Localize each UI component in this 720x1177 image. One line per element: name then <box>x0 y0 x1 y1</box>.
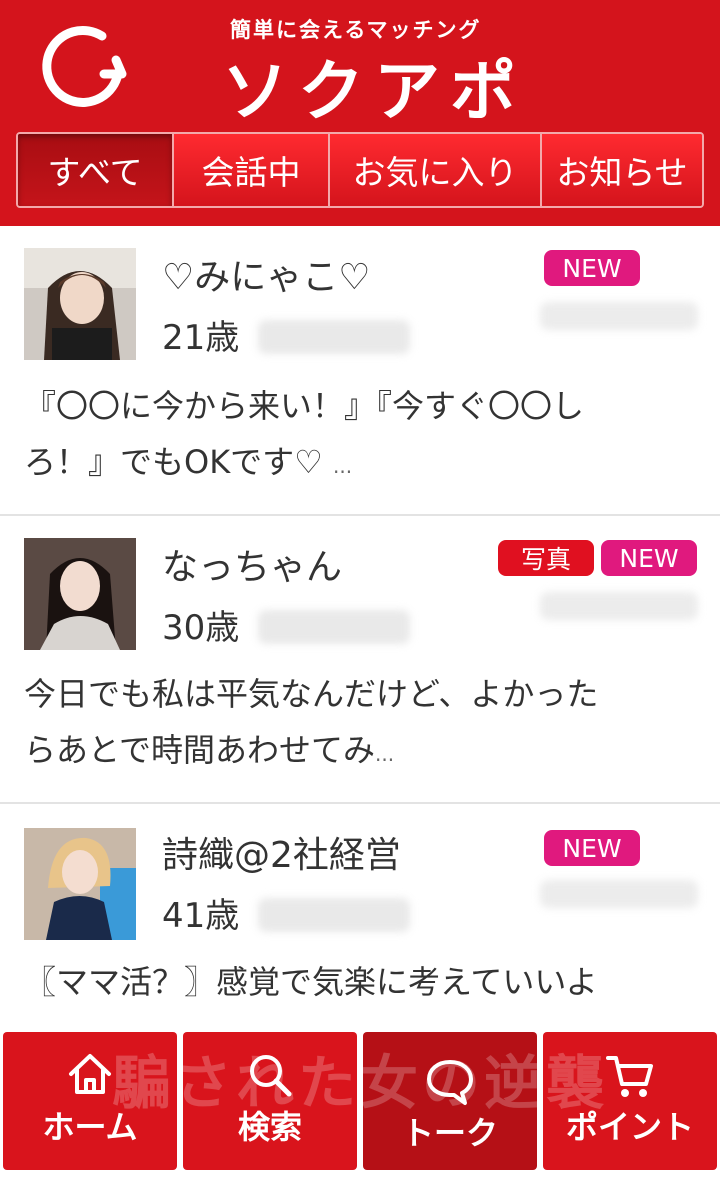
user-avatar[interactable] <box>24 248 136 360</box>
user-name: 詩織@2社経営 <box>162 835 401 876</box>
preview-line: らあとで時間あわせてみ... <box>24 731 395 769</box>
nav-talk-button[interactable]: トーク <box>363 1032 537 1170</box>
cart-icon <box>606 1056 653 1097</box>
user-avatar[interactable] <box>24 538 136 650</box>
nav-points-button[interactable]: ポイント <box>543 1032 717 1170</box>
preview-line: 今日でも私は平気なんだけど、よかった <box>24 675 599 713</box>
user-age: 30歳 <box>162 608 240 648</box>
nav-label: ホーム <box>42 1108 138 1146</box>
nav-home-button[interactable]: ホーム <box>3 1032 177 1170</box>
bottom-navigation: ホーム 検索 トーク ポイント <box>0 1028 720 1177</box>
nav-label: 検索 <box>237 1108 302 1146</box>
new-badge: NEW <box>544 250 640 286</box>
app-header: 簡単に会えるマッチング ソクアポ すべて 会話中 お気に入り お知らせ <box>0 0 720 226</box>
message-preview: 〖ママ活？〗感覚で気楽に考えていいよ <box>24 954 700 1010</box>
search-icon <box>250 1055 292 1097</box>
tab-all[interactable]: すべて <box>18 134 174 206</box>
ellipsis: ... <box>375 742 395 766</box>
nav-label: ポイント <box>565 1108 694 1146</box>
user-name: ♡みにゃこ♡ <box>162 257 371 298</box>
message-list-item[interactable]: ♡みにゃこ♡ 21歳 NEW 『〇〇に今から来い！』『今すぐ〇〇し ろ！』でもO… <box>0 226 720 516</box>
home-icon <box>69 1054 111 1094</box>
nav-label: トーク <box>401 1114 498 1152</box>
blurred-timestamp <box>540 302 698 330</box>
photo-badge: 写真 <box>498 540 594 576</box>
blurred-location <box>258 610 410 644</box>
tab-in-conversation[interactable]: 会話中 <box>174 134 330 206</box>
filter-tabs: すべて 会話中 お気に入り お知らせ <box>16 132 704 208</box>
message-preview: 『〇〇に今から来い！』『今すぐ〇〇し ろ！』でもOKです♡ ... <box>24 378 700 494</box>
refresh-logo-icon <box>42 25 127 107</box>
user-age: 21歳 <box>162 318 240 358</box>
message-list-item[interactable]: なっちゃん 30歳 写真 NEW 今日でも私は平気なんだけど、よかった らあとで… <box>0 516 720 804</box>
message-list-item[interactable]: 詩織@2社経営 41歳 NEW 〖ママ活？〗感覚で気楽に考えていいよ <box>0 804 720 1064</box>
new-badge: NEW <box>601 540 697 576</box>
user-name: なっちゃん <box>162 547 343 588</box>
app-brand-title: ソクアポ <box>222 53 526 130</box>
preview-line: 〖ママ活？〗感覚で気楽に考えていいよ <box>24 963 598 1001</box>
message-preview: 今日でも私は平気なんだけど、よかった らあとで時間あわせてみ... <box>24 666 700 782</box>
nav-search-button[interactable]: 検索 <box>183 1032 357 1170</box>
tab-notices[interactable]: お知らせ <box>542 134 702 206</box>
chat-bubble-icon <box>427 1060 473 1105</box>
blurred-timestamp <box>540 880 698 908</box>
blurred-timestamp <box>540 592 698 620</box>
preview-line: 『〇〇に今から来い！』『今すぐ〇〇し <box>24 387 585 425</box>
user-avatar[interactable] <box>24 828 136 940</box>
preview-line: ろ！』でもOKです♡ ... <box>24 443 353 481</box>
new-badge: NEW <box>544 830 640 866</box>
blurred-location <box>258 320 410 354</box>
user-age: 41歳 <box>162 896 240 936</box>
blurred-location <box>258 898 410 932</box>
tab-favorites[interactable]: お気に入り <box>330 134 542 206</box>
ellipsis: ... <box>333 454 353 478</box>
